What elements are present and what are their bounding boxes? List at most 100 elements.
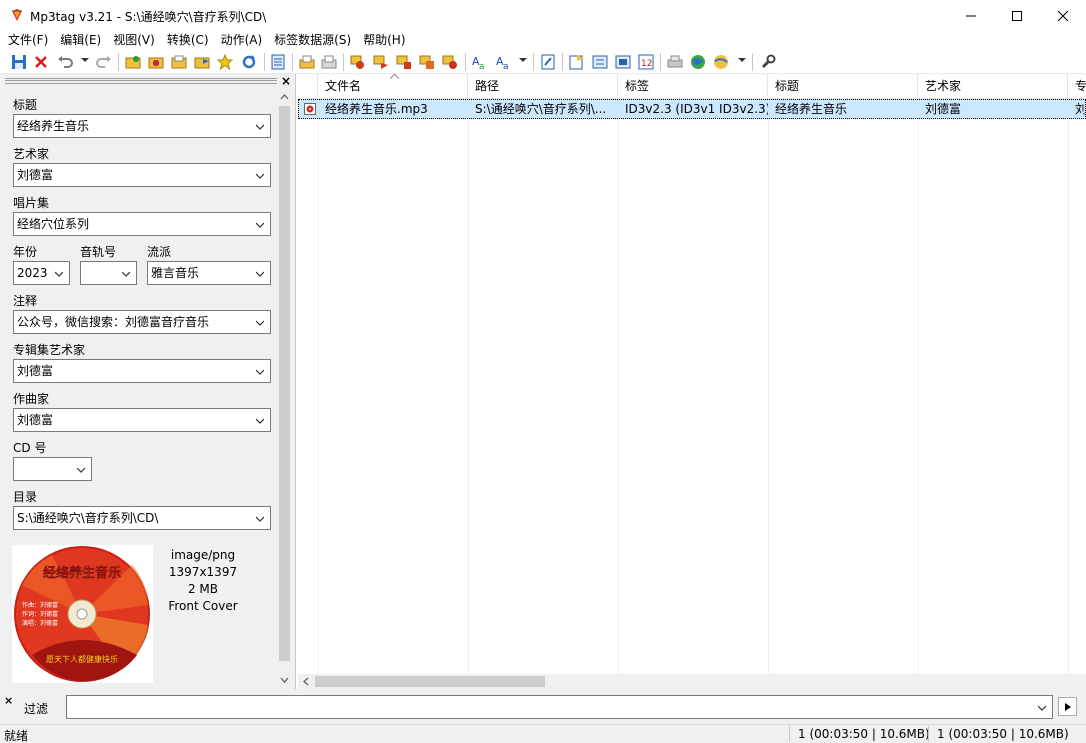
- add-directory-button[interactable]: [147, 53, 165, 71]
- menu-help[interactable]: 帮助(H): [357, 31, 411, 50]
- tag-panel-button[interactable]: [269, 53, 287, 71]
- export-button[interactable]: [568, 53, 586, 71]
- tag-to-filename-button[interactable]: [372, 53, 390, 71]
- cover-art-line: 作词：刘德富: [22, 610, 58, 618]
- menu-convert[interactable]: 转换(C): [161, 31, 215, 50]
- scroll-left-icon[interactable]: [302, 677, 311, 686]
- filter-apply-button[interactable]: [1058, 697, 1077, 716]
- playlist-folder-button[interactable]: [193, 53, 211, 71]
- change-directory-button[interactable]: [124, 53, 142, 71]
- album-artist-field[interactable]: 刘德富: [13, 359, 271, 383]
- column-header-album[interactable]: 专: [1068, 74, 1086, 99]
- cover-art-bottom: 愿天下人都健康快乐: [46, 654, 118, 664]
- web-sources-button[interactable]: [689, 53, 707, 71]
- tag-sources-dropdown-icon[interactable]: [738, 58, 746, 62]
- status-total: 1 (00:03:50 | 10.6MB): [937, 727, 1069, 741]
- tag-to-tag-button[interactable]: [418, 53, 436, 71]
- directory-field[interactable]: S:\通经唤穴\音疗系列\CD\: [13, 506, 271, 530]
- tag-sources-button[interactable]: [712, 53, 730, 71]
- freedb-button[interactable]: [666, 53, 684, 71]
- menu-file[interactable]: 文件(F): [2, 31, 54, 50]
- copy-tag-button[interactable]: [298, 53, 316, 71]
- menu-edit[interactable]: 编辑(E): [54, 31, 107, 50]
- maximize-button[interactable]: [994, 0, 1040, 31]
- artist-value: 刘德富: [17, 168, 54, 182]
- year-field[interactable]: 2023: [13, 261, 70, 285]
- filter-label: 过滤: [24, 702, 49, 716]
- column-header-path[interactable]: 路径: [468, 74, 618, 99]
- minimize-icon: [966, 15, 976, 16]
- file-list: 文件名 路径 标签 标题 艺术家 专 经络养生音乐.mp3 S:\通经唤穴\音疗…: [298, 74, 1086, 689]
- disc-field[interactable]: [13, 457, 92, 481]
- cell-title: 经络养生音乐: [775, 102, 848, 116]
- scrollbar-thumb[interactable]: [315, 676, 545, 687]
- export-icon: [569, 55, 584, 70]
- menu-actions[interactable]: 动作(A): [215, 31, 269, 50]
- playlist-export-button[interactable]: [614, 53, 632, 71]
- undo-dropdown-icon[interactable]: [81, 58, 89, 62]
- close-window-button[interactable]: [1040, 0, 1086, 31]
- filter-input[interactable]: [66, 695, 1053, 719]
- cover-art[interactable]: 经络养生音乐 作曲：刘德富 作词：刘德富 演唱：刘德富 愿天下人都健康快乐: [12, 545, 153, 683]
- save-button[interactable]: [10, 53, 28, 71]
- actions-dropdown-icon[interactable]: [519, 58, 527, 62]
- actions-button[interactable]: Aa: [470, 53, 488, 71]
- scroll-down-icon[interactable]: [280, 675, 289, 684]
- delete-x-icon: [35, 56, 47, 68]
- artist-label: 艺术家: [13, 147, 50, 161]
- minimize-button[interactable]: [948, 0, 994, 31]
- column-label: 标签: [625, 79, 650, 93]
- comment-field[interactable]: 公众号，微信搜索：刘德富音疗音乐: [13, 310, 271, 334]
- convert-icon: [419, 55, 434, 69]
- cover-art-line: 作曲：刘德富: [22, 601, 58, 609]
- panel-grip[interactable]: [5, 78, 277, 84]
- panel-close-button[interactable]: ×: [281, 74, 291, 88]
- column-header-title[interactable]: 标题: [768, 74, 918, 99]
- scroll-up-icon[interactable]: [280, 93, 289, 102]
- redo-button[interactable]: [95, 53, 113, 71]
- convert-icon: [442, 55, 457, 69]
- playlist-button[interactable]: [591, 53, 609, 71]
- text-file-to-tag-button[interactable]: [395, 53, 413, 71]
- artist-field[interactable]: 刘德富: [13, 163, 271, 187]
- redo-icon: [96, 56, 111, 68]
- folder-button[interactable]: [170, 53, 188, 71]
- favorites-button[interactable]: [216, 53, 234, 71]
- copy-tag-icon: [299, 55, 315, 69]
- sort-ascending-icon: [390, 74, 399, 79]
- menu-tag-sources[interactable]: 标签数据源(S): [268, 31, 357, 50]
- filename-to-tag-button[interactable]: [349, 53, 367, 71]
- tag-to-playlist-button[interactable]: [441, 53, 459, 71]
- column-header-artist[interactable]: 艺术家: [918, 74, 1068, 99]
- undo-button[interactable]: [56, 53, 74, 71]
- quick-actions-button[interactable]: Aa: [494, 53, 512, 71]
- album-field[interactable]: 经络穴位系列: [13, 212, 271, 236]
- extended-tags-button[interactable]: [539, 53, 557, 71]
- column-label: 路径: [475, 79, 500, 93]
- scrollbar-thumb[interactable]: [279, 106, 290, 661]
- list-view-icon: [271, 54, 285, 70]
- column-header-filename[interactable]: 文件名: [318, 74, 468, 99]
- chevron-down-icon: [256, 124, 264, 130]
- remove-tag-button[interactable]: [32, 53, 50, 71]
- track-field[interactable]: [80, 261, 137, 285]
- column-header-tag[interactable]: 标签: [618, 74, 768, 99]
- composer-field[interactable]: 刘德富: [13, 408, 271, 432]
- window-title: Mp3tag v3.21 - S:\通经唤穴\音疗系列\CD\: [30, 10, 267, 24]
- column-header-icon[interactable]: [298, 74, 318, 99]
- paste-tag-button[interactable]: [320, 53, 338, 71]
- table-row[interactable]: 经络养生音乐.mp3 S:\通经唤穴\音疗系列\... ID3v2.3 (ID3…: [298, 99, 1086, 119]
- file-list-hscrollbar[interactable]: [298, 674, 1086, 689]
- refresh-icon: [242, 55, 256, 69]
- menu-view[interactable]: 视图(V): [107, 31, 161, 50]
- tag-panel-scrollbar[interactable]: [277, 90, 292, 688]
- auto-numbering-button[interactable]: 12: [637, 53, 655, 71]
- options-button[interactable]: [759, 53, 777, 71]
- chevron-down-icon[interactable]: [1038, 704, 1046, 712]
- title-field[interactable]: 经络养生音乐: [13, 114, 271, 138]
- svg-text:a: a: [479, 62, 485, 70]
- genre-field[interactable]: 雅言音乐: [147, 261, 271, 285]
- cd-cover-image: 经络养生音乐 作曲：刘德富 作词：刘德富 演唱：刘德富 愿天下人都健康快乐: [14, 546, 150, 682]
- filter-close-button[interactable]: ×: [4, 694, 13, 707]
- refresh-button[interactable]: [240, 53, 258, 71]
